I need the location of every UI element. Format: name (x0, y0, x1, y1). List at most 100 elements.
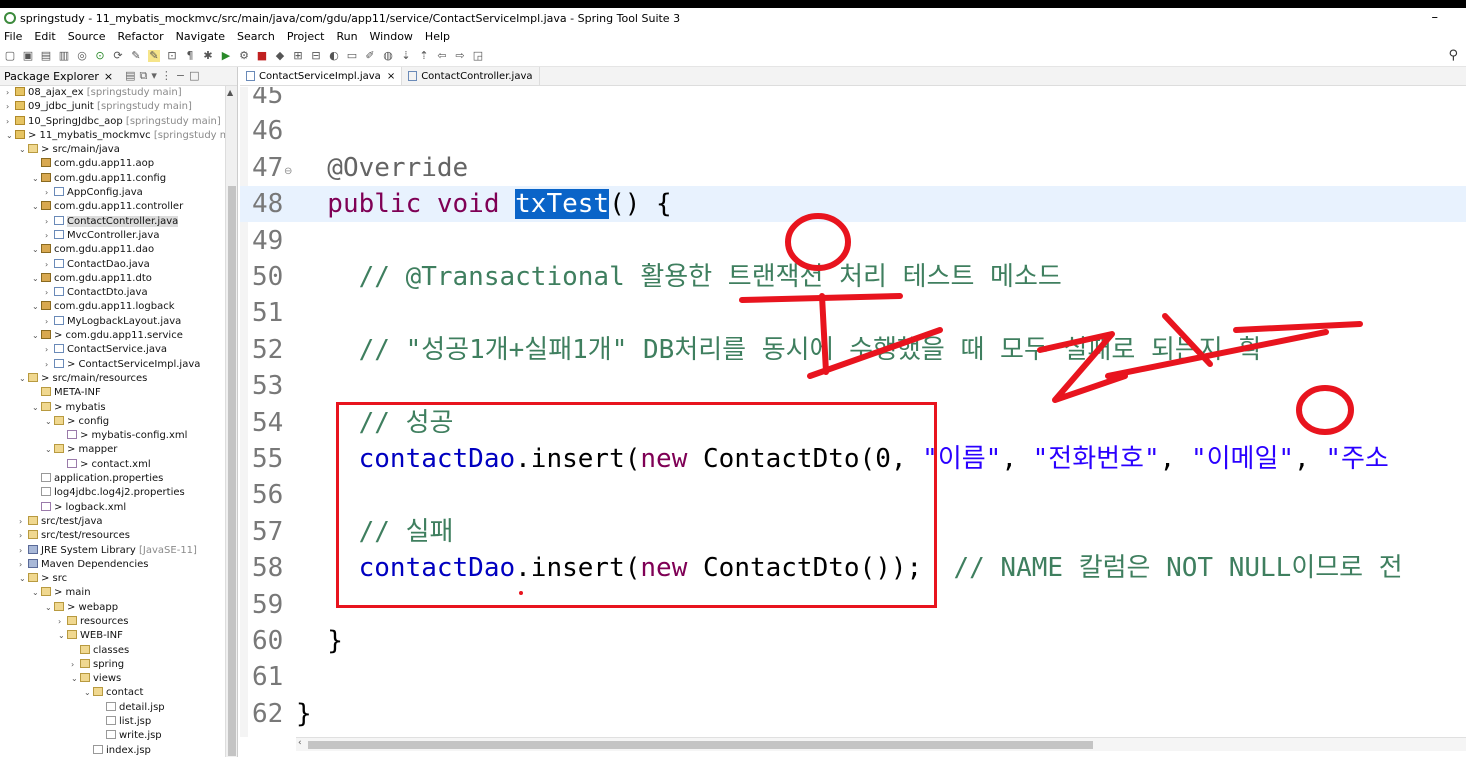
tree-item[interactable]: ⌄ > main (0, 586, 237, 600)
tree-item[interactable]: ⌄ com.gdu.app11.config (0, 172, 237, 186)
tree-item[interactable]: › spring (0, 658, 237, 672)
chevron-down-icon[interactable]: ⌄ (45, 443, 54, 457)
tree-item[interactable]: application.properties (0, 472, 237, 486)
tree-item[interactable]: › > ContactServiceImpl.java (0, 358, 237, 372)
editor-tab[interactable]: ContactServiceImpl.java × (240, 67, 403, 85)
code-line[interactable]: 54 // 성공 (240, 405, 1466, 441)
chevron-down-icon[interactable]: ⌄ (32, 300, 41, 314)
tree-item[interactable]: › ContactDao.java (0, 258, 237, 272)
debug-icon[interactable]: ⊙ (94, 49, 106, 62)
tree-item[interactable]: › 10_SpringJdbc_aop [springstudy main] (0, 115, 237, 129)
tree-item[interactable]: ⌄ com.gdu.app11.controller (0, 200, 237, 214)
save-icon[interactable]: ▣ (22, 49, 34, 62)
tree-item[interactable]: com.gdu.app11.aop (0, 157, 237, 171)
tree-item[interactable]: ⌄ > webapp (0, 601, 237, 615)
chevron-down-icon[interactable]: ⌄ (32, 329, 41, 343)
code-line[interactable]: 47 ⊖ @Override (240, 150, 1466, 186)
chevron-down-icon[interactable]: ⌄ (32, 243, 41, 257)
tree-item[interactable]: › src/test/resources (0, 529, 237, 543)
globe-icon[interactable]: ◍ (382, 49, 394, 62)
menu-search[interactable]: Search (237, 30, 275, 43)
chevron-right-icon[interactable]: › (45, 258, 54, 272)
chevron-right-icon[interactable]: › (19, 515, 28, 529)
tree-item[interactable]: ⌄ > src (0, 572, 237, 586)
tree-item[interactable]: ⌄ > src/main/resources (0, 372, 237, 386)
tree-item[interactable]: write.jsp (0, 729, 237, 743)
show-whitespace-icon[interactable]: ¶ (184, 49, 196, 62)
edit-icon[interactable]: ✐ (364, 49, 376, 62)
tree-item[interactable]: › Maven Dependencies (0, 558, 237, 572)
tree-item[interactable]: META-INF (0, 386, 237, 400)
external-tools-icon[interactable]: ⚙ (238, 49, 250, 62)
browser-icon[interactable]: ◐ (328, 49, 340, 62)
code-line[interactable]: 57 // 실패 (240, 514, 1466, 550)
menu-help[interactable]: Help (425, 30, 450, 43)
chevron-down-icon[interactable]: ⌄ (19, 372, 28, 386)
package-explorer-tab[interactable]: Package Explorer × ▤⧉▾⋮−□ (0, 67, 237, 86)
tree-item[interactable]: ⌄ > config (0, 415, 237, 429)
tree-item[interactable]: ⌄ > src/main/java (0, 143, 237, 157)
tree-item[interactable]: › resources (0, 615, 237, 629)
next-annotation-icon[interactable]: ⇣ (400, 49, 412, 62)
mark-occurrences-icon[interactable]: ✎ (148, 49, 160, 62)
back-icon[interactable]: ⇦ (436, 49, 448, 62)
view-toolbar-icons[interactable]: ▤⧉▾⋮−□ (125, 69, 203, 83)
code-line[interactable]: 49 (240, 223, 1466, 259)
code-line[interactable]: 51 (240, 295, 1466, 331)
minimize-button[interactable]: – (1432, 10, 1439, 25)
menu-run[interactable]: Run (336, 30, 357, 43)
chevron-down-icon[interactable]: ⌄ (32, 401, 41, 415)
open-task-icon[interactable]: ⊟ (310, 49, 322, 62)
tree-item[interactable]: › 09_jdbc_junit [springstudy main] (0, 100, 237, 114)
perspective-icon[interactable]: ◲ (472, 49, 484, 62)
print-icon[interactable]: ▥ (58, 49, 70, 62)
chevron-down-icon[interactable]: ⌄ (71, 672, 80, 686)
tree-item[interactable]: ⌄ com.gdu.app11.logback (0, 300, 237, 314)
scroll-left-icon[interactable]: ‹ (298, 738, 302, 748)
menu-refactor[interactable]: Refactor (118, 30, 164, 43)
menu-navigate[interactable]: Navigate (176, 30, 225, 43)
explorer-scrollbar[interactable]: ▲ (225, 86, 237, 757)
chevron-right-icon[interactable]: › (19, 544, 28, 558)
tree-item[interactable]: ⌄ com.gdu.app11.dao (0, 243, 237, 257)
code-area[interactable]: 45 46 47 ⊖ @Override 48 public void txTest()… (240, 87, 1466, 737)
chevron-down-icon[interactable]: ⌄ (19, 143, 28, 157)
tree-item[interactable]: ⌄> 11_mybatis_mockmvc [springstudy main] (0, 129, 237, 143)
menu-file[interactable]: File (4, 30, 22, 43)
chevron-down-icon[interactable]: ⌄ (32, 200, 41, 214)
chevron-right-icon[interactable]: › (45, 286, 54, 300)
menu-window[interactable]: Window (370, 30, 413, 43)
code-line[interactable]: 61 (240, 659, 1466, 695)
save-all-icon[interactable]: ▤ (40, 49, 52, 62)
tree-item[interactable]: ⌄ WEB-INF (0, 629, 237, 643)
pin-icon[interactable]: ✎ (130, 49, 142, 62)
tree-item[interactable]: › ContactDto.java (0, 286, 237, 300)
refresh-icon[interactable]: ⟳ (112, 49, 124, 62)
chevron-down-icon[interactable]: ⌄ (19, 572, 28, 586)
code-line[interactable]: 60 } (240, 623, 1466, 659)
close-icon[interactable]: × (387, 71, 395, 82)
chevron-down-icon[interactable]: ⌄ (45, 601, 54, 615)
block-selection-icon[interactable]: ⊡ (166, 49, 178, 62)
search-icon[interactable]: ⚲ (1448, 48, 1458, 63)
tree-item[interactable]: > contact.xml (0, 458, 237, 472)
chevron-right-icon[interactable]: › (19, 558, 28, 572)
code-line[interactable]: 56 (240, 477, 1466, 513)
chevron-right-icon[interactable]: › (71, 658, 80, 672)
run-icon[interactable]: ▶ (220, 49, 232, 62)
folder-open-icon[interactable]: ▭ (346, 49, 358, 62)
code-line[interactable]: 52 // "성공1개+실패1개" DB처리를 동시에 수행했을 때 모두 실패… (240, 332, 1466, 368)
chevron-right-icon[interactable]: › (6, 86, 15, 100)
tree-item[interactable]: detail.jsp (0, 701, 237, 715)
tree-item[interactable]: ⌄ com.gdu.app11.dto (0, 272, 237, 286)
prev-annotation-icon[interactable]: ⇡ (418, 49, 430, 62)
code-line[interactable]: 58 contactDao.insert(new ContactDto()); … (240, 550, 1466, 586)
close-icon[interactable]: × (104, 70, 113, 83)
tree-item[interactable]: › JRE System Library [JavaSE-11] (0, 544, 237, 558)
server-icon[interactable]: ◆ (274, 49, 286, 62)
code-line[interactable]: 59 (240, 587, 1466, 623)
explorer-scrollbar-thumb[interactable] (228, 186, 236, 756)
tree-item[interactable]: log4jdbc.log4j2.properties (0, 486, 237, 500)
code-line[interactable]: 55 contactDao.insert(new ContactDto(0, "… (240, 441, 1466, 477)
chevron-down-icon[interactable]: ⌄ (84, 686, 93, 700)
